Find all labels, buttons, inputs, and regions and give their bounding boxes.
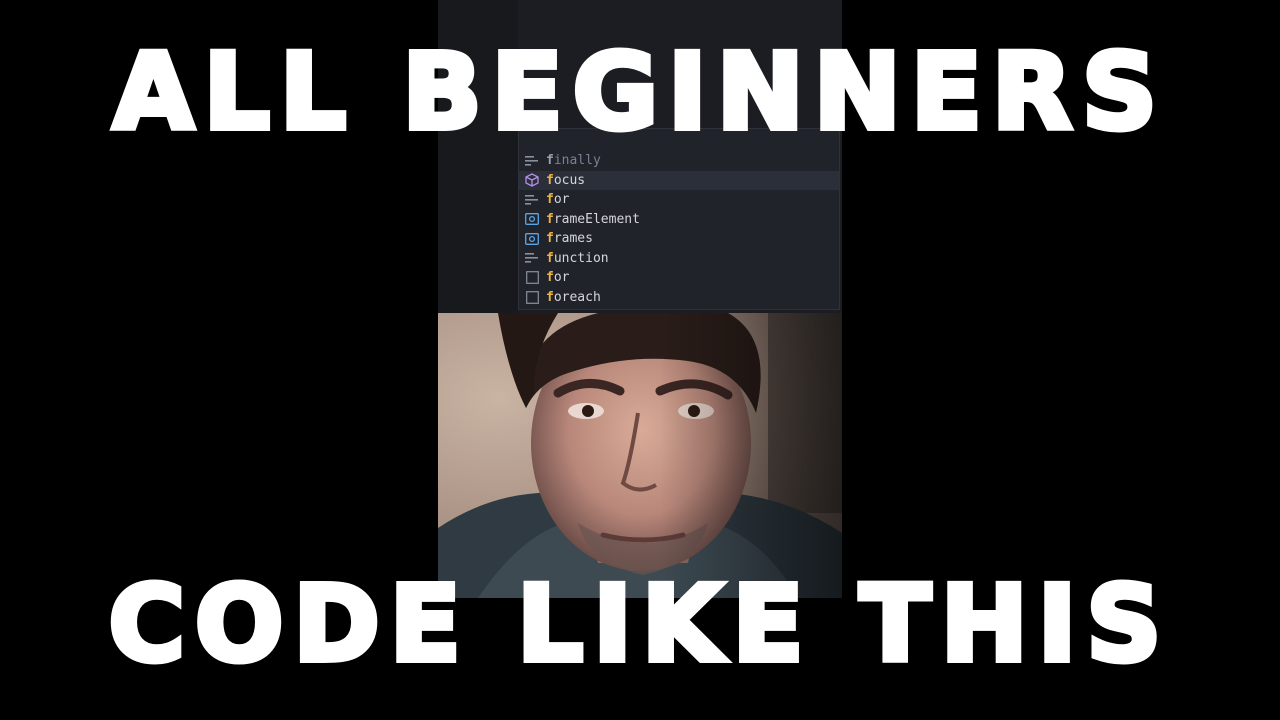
suggestion-label: rameElement xyxy=(553,211,640,227)
suggestion-match: f xyxy=(546,231,554,246)
suggestion-label: inally xyxy=(553,153,601,168)
snippet-box-icon xyxy=(524,270,540,286)
suggestion-label: oreach xyxy=(553,289,601,305)
suggestion-match: f xyxy=(546,172,554,188)
suggestion-item[interactable]: f unction xyxy=(519,249,839,268)
suggestion-item[interactable]: f rameElement xyxy=(519,210,839,229)
suggestion-item[interactable]: f rames xyxy=(519,229,839,248)
keyword-snippet-icon xyxy=(524,250,540,266)
suggestion-item[interactable]: f oreach xyxy=(519,288,839,307)
caption-bottom: CODE LIKE THIS xyxy=(106,563,1172,685)
suggestion-match: f xyxy=(546,289,554,305)
caption-top: ALL BEGINNERS xyxy=(110,31,1167,153)
suggestion-match: f xyxy=(546,250,554,266)
suggestion-label: ocus xyxy=(553,172,586,188)
suggestion-item[interactable]: f or xyxy=(519,190,839,209)
variable-icon xyxy=(524,231,540,247)
thumbnail-canvas: f inally f ocus f or f rameElement f rames f unctio… xyxy=(0,0,1280,720)
variable-icon xyxy=(524,211,540,227)
suggestion-match: f xyxy=(546,270,554,285)
suggestion-item[interactable]: f inally xyxy=(519,151,839,170)
suggestion-match: f xyxy=(546,192,554,207)
suggestion-item[interactable]: f or xyxy=(519,268,839,287)
method-cube-icon xyxy=(524,172,540,188)
keyword-snippet-icon xyxy=(524,192,540,208)
suggestion-label: unction xyxy=(553,250,609,266)
suggestion-match: f xyxy=(546,153,554,168)
suggestion-label: rames xyxy=(553,231,593,246)
suggestion-label: or xyxy=(553,270,570,285)
person-photo xyxy=(438,313,842,598)
suggestion-item[interactable]: f ocus xyxy=(519,170,839,190)
suggestion-label: or xyxy=(553,192,570,207)
snippet-box-icon xyxy=(524,289,540,305)
autocomplete-popup[interactable]: f inally f ocus f or f rameElement f rames f unctio… xyxy=(518,128,840,310)
keyword-snippet-icon xyxy=(524,153,540,169)
webcam-photo xyxy=(438,313,842,598)
suggestion-match: f xyxy=(546,211,554,227)
